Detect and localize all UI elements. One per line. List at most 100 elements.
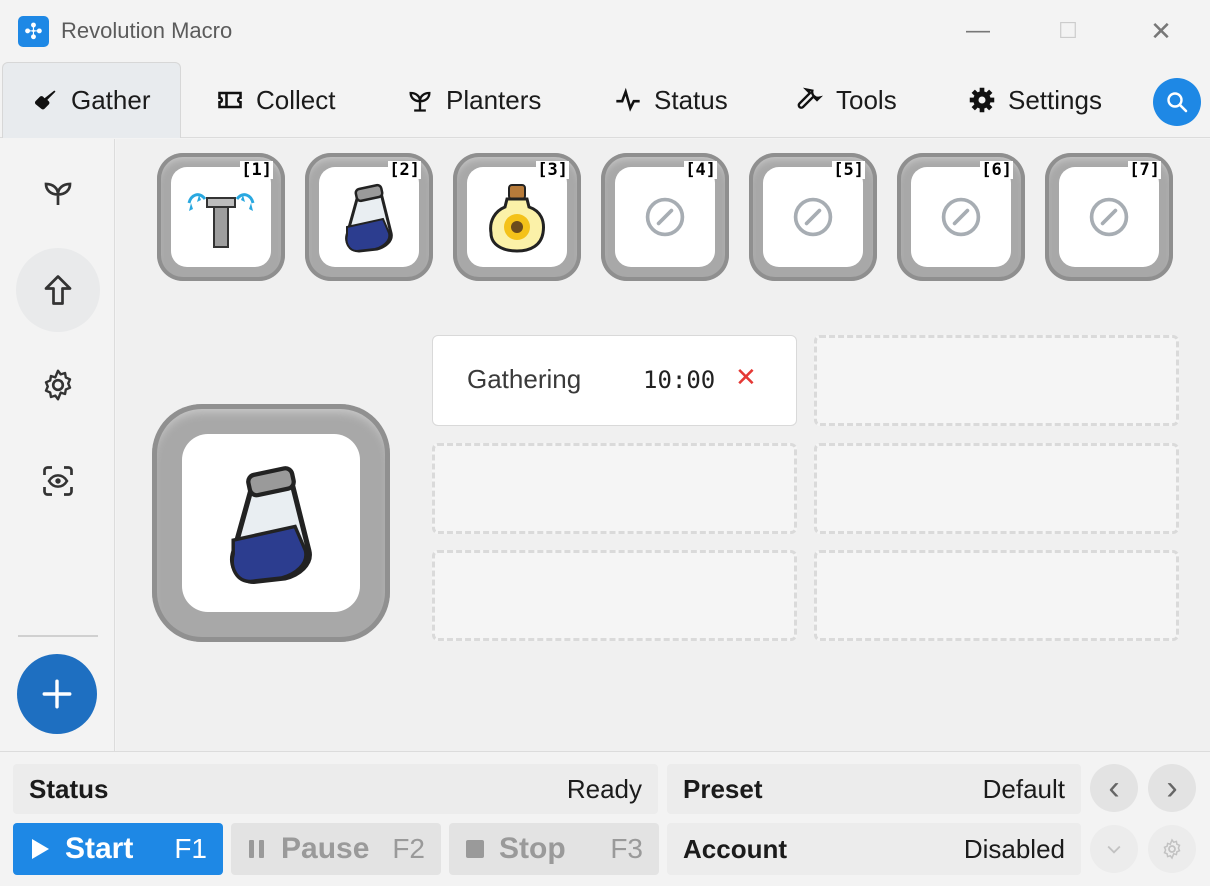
account-settings-button[interactable] [1148, 825, 1196, 873]
slot-content [467, 167, 567, 267]
start-button[interactable]: Start F1 [13, 823, 223, 875]
slot-content [171, 167, 271, 267]
stop-hotkey: F3 [610, 833, 643, 864]
window-title: Revolution Macro [61, 18, 233, 43]
stop-icon [466, 840, 484, 858]
shovel-icon [34, 90, 56, 109]
add-button[interactable] [17, 654, 97, 734]
gear-icon [1163, 838, 1181, 860]
hotbar-slot-7[interactable]: [7] [1045, 153, 1173, 281]
account-dropdown-button[interactable] [1090, 825, 1138, 873]
tab-label: Planters [446, 84, 542, 115]
tab-status[interactable]: Status [596, 62, 746, 138]
pause-label: Pause [281, 832, 370, 865]
rail-item-gather[interactable] [16, 248, 100, 332]
hotbar-slot-5[interactable]: [5] [749, 153, 877, 281]
preset-panel[interactable]: Preset Default [667, 764, 1081, 814]
chevron-right-icon: › [1166, 769, 1178, 807]
blue-extract-jar-icon [229, 466, 312, 585]
sprout-icon [409, 91, 431, 112]
eye-scan-icon [43, 466, 73, 496]
tab-label: Status [654, 84, 728, 115]
slot-number: [3] [536, 160, 569, 180]
prev-preset-button[interactable]: ‹ [1090, 764, 1138, 812]
empty-task-slot[interactable] [432, 443, 797, 534]
empty-slot-icon [645, 197, 685, 237]
tab-label: Tools [836, 84, 897, 115]
remove-task-button[interactable]: ✕ [735, 362, 757, 393]
slot-number: [6] [980, 160, 1013, 180]
plus-icon [42, 679, 72, 709]
hotbar-slot-4[interactable]: [4] [601, 153, 729, 281]
empty-slot-icon [793, 197, 833, 237]
side-rail [0, 139, 115, 751]
slot-content [615, 167, 715, 267]
gear-icon [44, 369, 72, 401]
preset-key: Preset [683, 773, 763, 804]
hotbar-slot-3[interactable]: [3] [453, 153, 581, 281]
slot-content [1059, 167, 1159, 267]
empty-task-slot[interactable] [814, 335, 1179, 426]
preset-value: Default [982, 773, 1065, 804]
status-value: Ready [566, 773, 642, 804]
slot-content [911, 167, 1011, 267]
selected-item-slot[interactable] [152, 404, 390, 642]
slot-number: [2] [388, 160, 421, 180]
empty-task-slot[interactable] [432, 550, 797, 641]
rail-item-settings[interactable] [16, 343, 100, 427]
slot-content [763, 167, 863, 267]
rail-item-vision[interactable] [16, 439, 100, 523]
bottom-bar: Status Ready Preset Default ‹ › Start F1… [0, 751, 1210, 886]
rail-item-planters[interactable] [16, 151, 100, 235]
ticket-icon [218, 91, 242, 109]
close-button[interactable]: ✕ [1141, 14, 1181, 48]
maximize-button[interactable]: ☐ [1048, 14, 1088, 48]
slot-number: [4] [684, 160, 717, 180]
blue-extract-jar-icon [345, 183, 393, 253]
arrow-up-icon [44, 275, 72, 305]
gather-panel: [1] [2] [3] [4] [5] [6] [7] Gathering 10… [116, 139, 1210, 751]
empty-task-slot[interactable] [814, 550, 1179, 641]
sprinkler-icon [187, 193, 255, 248]
search-button[interactable] [1153, 78, 1201, 126]
chevron-down-icon [1107, 845, 1121, 854]
status-panel: Status Ready [13, 764, 658, 814]
hotbar-slot-1[interactable]: [1] [157, 153, 285, 281]
tab-planters[interactable]: Planters [388, 62, 559, 138]
stop-button[interactable]: Stop F3 [449, 823, 659, 875]
tab-collect[interactable]: Collect [198, 62, 353, 138]
tab-gather[interactable]: Gather [2, 62, 181, 138]
hotbar-slot-6[interactable]: [6] [897, 153, 1025, 281]
hotbar-slot-2[interactable]: [2] [305, 153, 433, 281]
pause-hotkey: F2 [392, 833, 425, 864]
next-preset-button[interactable]: › [1148, 764, 1196, 812]
status-key: Status [29, 773, 109, 804]
tab-label: Collect [256, 84, 336, 115]
task-label: Gathering [467, 364, 582, 394]
empty-task-slot[interactable] [814, 443, 1179, 534]
account-panel[interactable]: Account Disabled [667, 823, 1081, 875]
sprout-icon [44, 182, 72, 205]
start-hotkey: F1 [174, 833, 207, 864]
search-icon [1167, 92, 1188, 113]
task-time: 10:00 [643, 366, 716, 394]
play-icon [32, 839, 49, 859]
sunflower-jar-icon [489, 184, 545, 253]
gear-icon [969, 87, 995, 113]
tab-label: Gather [71, 85, 151, 115]
pulse-icon [616, 87, 640, 112]
tab-tools[interactable]: Tools [778, 62, 915, 138]
slot-number: [1] [240, 160, 273, 180]
start-label: Start [65, 832, 134, 865]
selected-item-content [182, 434, 360, 612]
minimize-button[interactable]: — [958, 14, 998, 48]
tab-label: Settings [1008, 84, 1102, 115]
empty-slot-icon [941, 197, 981, 237]
pause-button[interactable]: Pause F2 [231, 823, 441, 875]
empty-slot-icon [1089, 197, 1129, 237]
task-card[interactable]: Gathering 10:00 ✕ [432, 335, 797, 426]
title-bar: ✣ Revolution Macro — ☐ ✕ [0, 0, 1210, 62]
slot-number: [7] [1128, 160, 1161, 180]
tab-settings[interactable]: Settings [950, 62, 1120, 138]
app-logo-icon: ✣ [18, 16, 49, 47]
